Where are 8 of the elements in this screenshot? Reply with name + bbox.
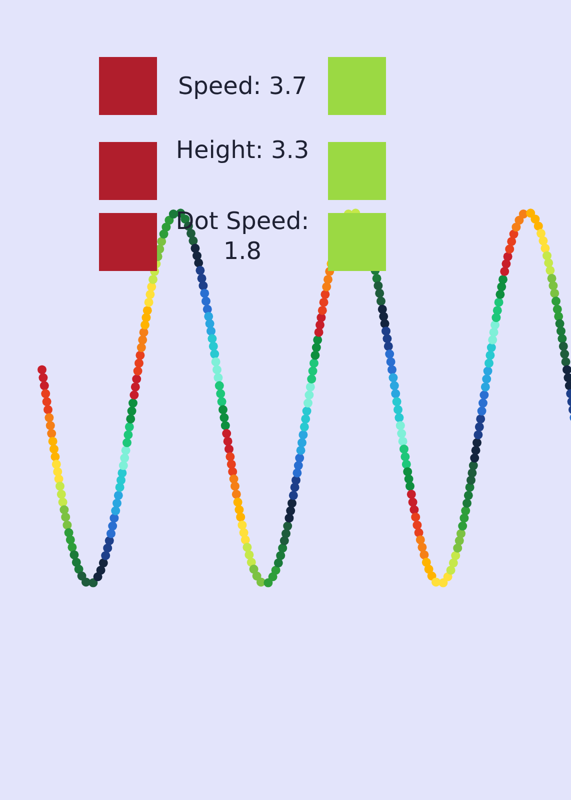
decrease-button[interactable] [99,213,157,271]
increase-button[interactable] [328,213,386,271]
decrease-button[interactable] [99,142,157,200]
decrease-button[interactable] [99,57,157,115]
increase-button[interactable] [328,57,386,115]
control-label: Height: 3.3 [174,135,310,165]
control-label: Speed: 3.7 [176,71,308,101]
increase-button[interactable] [328,142,386,200]
